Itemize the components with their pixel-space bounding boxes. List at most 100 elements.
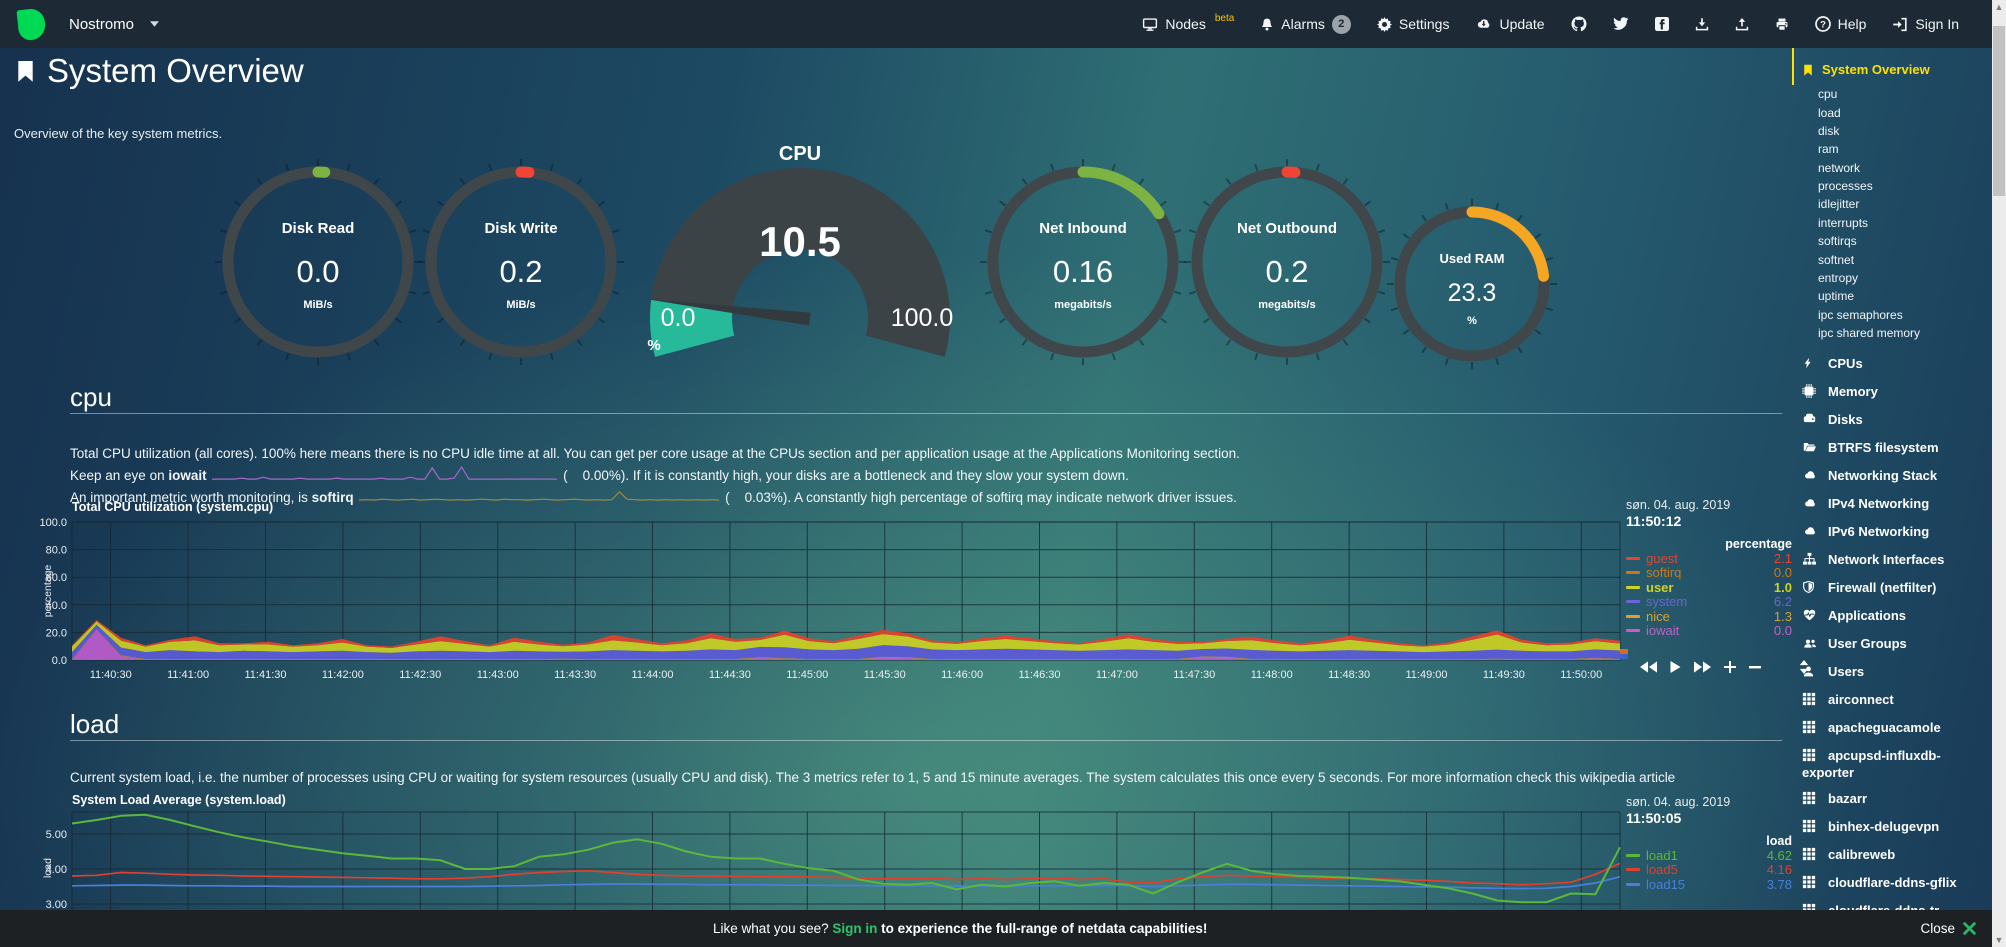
svg-text:11:49:00: 11:49:00: [1405, 669, 1447, 681]
cpu-description: Total CPU utilization (all cores). 100% …: [70, 444, 1770, 465]
legend-item-iowait[interactable]: iowait0.0: [1626, 624, 1792, 639]
sidebar-section-users[interactable]: Users: [1792, 658, 1992, 686]
sidebar-section-ipv6-networking[interactable]: IPv6 Networking: [1792, 518, 1992, 546]
legend-item-load5[interactable]: load54.16: [1626, 863, 1792, 878]
nav-item-help[interactable]: ?Help: [1804, 10, 1878, 38]
node-name[interactable]: Nostromo: [69, 16, 134, 33]
legend-swatch: [1626, 586, 1640, 589]
sidebar-item-idlejitter[interactable]: idlejitter: [1792, 195, 1992, 213]
sidebar-section-airconnect[interactable]: airconnect: [1792, 686, 1992, 714]
chevron-down-icon[interactable]: [150, 21, 159, 27]
sidebar-section-bazarr[interactable]: bazarr: [1792, 785, 1992, 813]
iowait-sparkline[interactable]: [212, 465, 557, 488]
legend-item-nice[interactable]: nice1.3: [1626, 609, 1792, 624]
nav-item-import[interactable]: [1684, 11, 1720, 38]
download-icon: [1695, 17, 1709, 32]
legend-item-softirq[interactable]: softirq0.0: [1626, 566, 1792, 581]
grid-icon: [1802, 875, 1819, 892]
sign-in-link[interactable]: Sign in: [832, 921, 877, 936]
sidebar-item-entropy[interactable]: entropy: [1792, 269, 1992, 287]
chart-corner-marker: [1620, 649, 1628, 659]
sidebar-section-disks[interactable]: Disks: [1792, 406, 1992, 434]
chart-time: 11:50:05: [1626, 810, 1792, 826]
legend-item-user[interactable]: user1.0: [1626, 580, 1792, 595]
sidebar-item-ipc-semaphores[interactable]: ipc semaphores: [1792, 306, 1992, 324]
chart-units-header: percentage: [1626, 537, 1792, 551]
signin-icon: [1892, 17, 1908, 32]
nav-item-signin[interactable]: Sign In: [1881, 10, 1970, 38]
scrollbar-thumb[interactable]: [1993, 26, 2005, 196]
sidebar-section-cloudflare-ddns-tr[interactable]: cloudflare-ddns-tr: [1792, 897, 1992, 910]
sidebar-item-softirqs[interactable]: softirqs: [1792, 232, 1992, 250]
sidebar-section-cpus[interactable]: CPUs: [1792, 350, 1992, 378]
sidebar-section-user-groups[interactable]: User Groups: [1792, 630, 1992, 658]
zoom-in-button[interactable]: [1724, 661, 1736, 673]
pan-backward-button[interactable]: [1640, 661, 1657, 673]
sidebar-item-uptime[interactable]: uptime: [1792, 287, 1992, 305]
svg-text:percentage: percentage: [42, 565, 54, 618]
nav-item-github[interactable]: [1560, 10, 1598, 38]
close-banner-button[interactable]: Close: [1920, 921, 1992, 936]
nav-item-alarms[interactable]: Alarms2: [1249, 9, 1362, 40]
sidebar-section-cloudflare-ddns-gflix[interactable]: cloudflare-ddns-gflix: [1792, 869, 1992, 897]
svg-text:11:42:00: 11:42:00: [322, 669, 364, 681]
legend-item-load1[interactable]: load14.62: [1626, 848, 1792, 863]
nav-item-export[interactable]: [1724, 11, 1760, 38]
disk-read-gauge[interactable]: Disk Read0.0MiB/s: [212, 156, 424, 373]
sidebar-item-ram[interactable]: ram: [1792, 140, 1992, 158]
top-navbar: Nostromo NodesbetaAlarms2SettingsUpdate?…: [0, 0, 1992, 48]
play-button[interactable]: [1670, 661, 1681, 673]
signin-banner: Like what you see? Sign in to experience…: [0, 910, 1992, 947]
sidebar-section-network-interfaces[interactable]: Network Interfaces: [1792, 546, 1992, 574]
svg-text:11:44:00: 11:44:00: [631, 669, 673, 681]
grid-icon: [1802, 791, 1819, 808]
sidebar-section-ipv4-networking[interactable]: IPv4 Networking: [1792, 490, 1992, 518]
used-ram-gauge[interactable]: Used RAM23.3%: [1384, 196, 1560, 377]
disk-write-gauge[interactable]: Disk Write0.2MiB/s: [415, 156, 627, 373]
sidebar-item-network[interactable]: network: [1792, 159, 1992, 177]
sidebar-section-firewall-netfilter-[interactable]: Firewall (netfilter): [1792, 574, 1992, 602]
sidebar-section-btrfs-filesystem[interactable]: BTRFS filesystem: [1792, 434, 1992, 462]
zoom-out-button[interactable]: [1749, 661, 1761, 673]
sidebar-item-interrupts[interactable]: interrupts: [1792, 214, 1992, 232]
svg-text:20.0: 20.0: [46, 627, 67, 639]
net-inbound-gauge[interactable]: Net Inbound0.16megabits/s: [977, 156, 1189, 373]
svg-text:11:45:00: 11:45:00: [786, 669, 828, 681]
sidebar-section-apacheguacamole[interactable]: apacheguacamole: [1792, 714, 1992, 742]
sidebar-item-system-overview[interactable]: System Overview: [1792, 48, 1992, 85]
nav-item-update[interactable]: Update: [1464, 10, 1555, 38]
sidebar-section-applications[interactable]: Applications: [1792, 602, 1992, 630]
sidebar-item-disk[interactable]: disk: [1792, 122, 1992, 140]
nav-item-twitter[interactable]: [1602, 11, 1640, 37]
sidebar-section-apcupsd-influxdb-exporter[interactable]: apcupsd-influxdb-exporter: [1792, 742, 1992, 785]
grid-icon: [1802, 847, 1819, 864]
nav-item-nodes[interactable]: Nodesbeta: [1131, 10, 1245, 38]
sidebar-item-load[interactable]: load: [1792, 103, 1992, 121]
svg-text:?: ?: [1820, 19, 1826, 30]
legend-swatch: [1626, 571, 1640, 574]
legend-item-load15[interactable]: load153.78: [1626, 877, 1792, 892]
netdata-logo-icon[interactable]: [16, 7, 46, 41]
sidebar-section-memory[interactable]: Memory: [1792, 378, 1992, 406]
legend-item-system[interactable]: system6.2: [1626, 595, 1792, 610]
signin-banner-text: Like what you see? Sign in to experience…: [0, 921, 1920, 936]
sidebar-item-softnet[interactable]: softnet: [1792, 250, 1992, 268]
cpu-gauge[interactable]: CPU10.50.0100.0%: [640, 138, 960, 373]
scroll-up-arrow-icon[interactable]: ▲: [1992, 0, 2006, 14]
pan-forward-button[interactable]: [1694, 661, 1711, 673]
sidebar-item-cpu[interactable]: cpu: [1792, 85, 1992, 103]
nav-item-facebook[interactable]: [1644, 11, 1680, 37]
sidebar-section-networking-stack[interactable]: Networking Stack: [1792, 462, 1992, 490]
nav-item-print[interactable]: [1764, 11, 1800, 38]
disk-icon: [1802, 412, 1819, 429]
sidebar-section-binhex-delugevpn[interactable]: binhex-delugevpn: [1792, 813, 1992, 841]
sidebar-section-calibreweb[interactable]: calibreweb: [1792, 841, 1992, 869]
scroll-down-arrow-icon[interactable]: ▼: [1992, 933, 2006, 947]
svg-text:11:46:30: 11:46:30: [1018, 669, 1060, 681]
sidebar-item-processes[interactable]: processes: [1792, 177, 1992, 195]
cpu-chart[interactable]: 0.020.040.060.080.0100.011:40:3011:41:00…: [0, 496, 1792, 687]
nav-item-settings[interactable]: Settings: [1366, 10, 1461, 38]
sidebar-item-ipc-shared-memory[interactable]: ipc shared memory: [1792, 324, 1992, 342]
legend-item-guest[interactable]: guest2.1: [1626, 551, 1792, 566]
net-outbound-gauge[interactable]: Net Outbound0.2megabits/s: [1181, 156, 1393, 373]
